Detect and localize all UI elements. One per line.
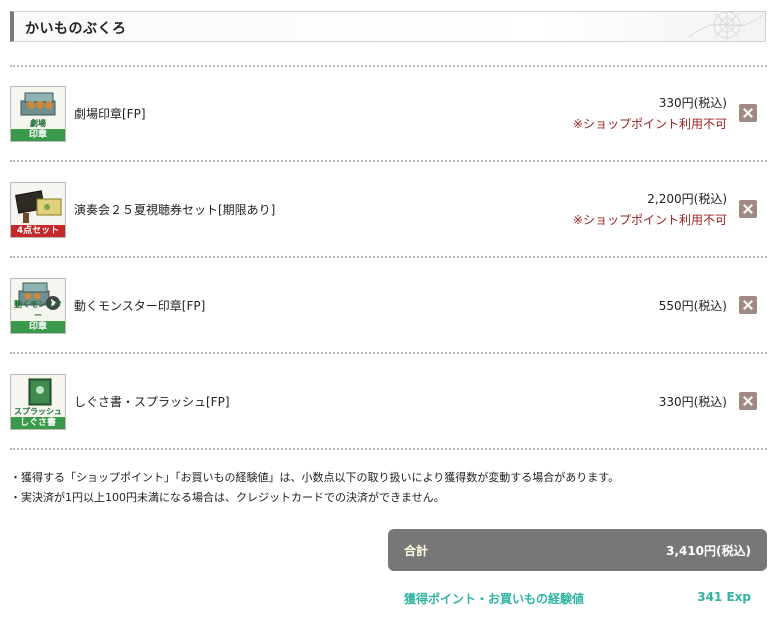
cart-item: スプラッシュ しぐさ書 しぐさ書・スプラッシュ[FP] 330円(税込) xyxy=(10,374,767,468)
thumb-tag: 4点セット xyxy=(11,225,65,237)
divider xyxy=(10,256,767,258)
item-price: 2,200円(税込) xyxy=(647,192,727,206)
thumb-label: 動くモンスター xyxy=(14,300,62,320)
item-price: 550円(税込) xyxy=(658,299,727,313)
total-value: 3,410円(税込) xyxy=(666,544,751,558)
ornament-decoration xyxy=(688,11,764,41)
item-name: 動くモンスター印章[FP] xyxy=(74,299,206,313)
item-thumbnail: 劇場 印章 xyxy=(10,86,66,142)
divider xyxy=(10,160,767,162)
divider xyxy=(10,352,767,354)
cart-item: 劇場 印章 劇場印章[FP] 330円(税込) ※ショップポイント利用不可 xyxy=(10,86,767,180)
item-price: 330円(税込) xyxy=(658,96,727,110)
thumb-tag: 印章 xyxy=(11,321,65,333)
total-box: 合計 3,410円(税込) xyxy=(388,529,767,571)
remove-item-button[interactable] xyxy=(739,200,757,218)
remove-item-button[interactable] xyxy=(739,392,757,410)
item-thumbnail: スプラッシュ しぐさ書 xyxy=(10,374,66,430)
cart-item: 動くモンスター 印章 動くモンスター印章[FP] 550円(税込) xyxy=(10,278,767,372)
ticket-set-icon xyxy=(15,190,62,223)
item-name: しぐさ書・スプラッシュ[FP] xyxy=(74,395,230,409)
item-name: 劇場印章[FP] xyxy=(74,107,146,121)
item-name: 演奏会２５夏視聴券セット[期限あり] xyxy=(74,203,276,217)
remove-item-button[interactable] xyxy=(739,104,757,122)
item-thumbnail: 4点セット xyxy=(10,182,66,238)
earned-points-value: 341 Exp xyxy=(697,590,751,604)
thumb-tag: 印章 xyxy=(11,129,65,141)
cart-item: 4点セット 演奏会２５夏視聴券セット[期限あり] 2,200円(税込) ※ショッ… xyxy=(10,182,767,276)
notice-line: ・獲得する「ショップポイント」「お買いもの経験値」は、小数点以下の取り扱いにより… xyxy=(10,471,620,484)
item-thumbnail: 動くモンスター 印章 xyxy=(10,278,66,334)
item-price: 330円(税込) xyxy=(658,395,727,409)
item-note: ※ショップポイント利用不可 xyxy=(572,117,727,131)
remove-item-button[interactable] xyxy=(739,296,757,314)
total-label: 合計 xyxy=(404,544,429,558)
divider xyxy=(10,65,767,67)
cart-header: かいものぶくろ xyxy=(10,11,766,42)
earned-points-label: 獲得ポイント・お買いもの経験値 xyxy=(404,592,585,606)
notice-text: ・獲得する「ショップポイント」「お買いもの経験値」は、小数点以下の取り扱いにより… xyxy=(10,468,619,508)
page-title: かいものぶくろ xyxy=(25,21,127,37)
thumb-tag: しぐさ書 xyxy=(11,417,65,429)
item-note: ※ショップポイント利用不可 xyxy=(572,213,727,227)
notice-line: ・実決済が1円以上100円未満になる場合は、クレジットカードでの決済ができません… xyxy=(10,491,445,504)
divider xyxy=(10,448,767,450)
thumb-label: 劇場 xyxy=(30,119,46,128)
thumb-label: スプラッシュ xyxy=(14,407,62,416)
